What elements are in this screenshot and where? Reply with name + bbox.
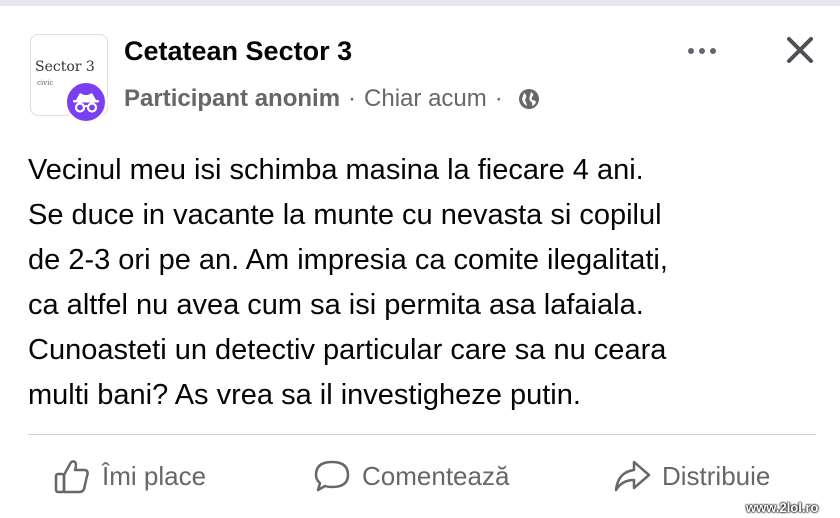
comment-icon (314, 460, 350, 492)
post-text-line: multi bani? As vrea sa il investigheze p… (28, 379, 581, 411)
group-logo-text: Sector 3 (35, 59, 95, 75)
incognito-icon (73, 93, 99, 113)
post-text-line: Se duce in vacante la munte cu nevasta s… (28, 199, 662, 231)
post-card: Sector 3 civic Cetatean Sector 3 Partici… (0, 6, 840, 518)
actions-divider (28, 434, 816, 435)
close-icon[interactable] (780, 30, 820, 70)
post-text: Vecinul meu isi schimba masina la fiecar… (28, 148, 828, 418)
post-actions-bar: Îmi place Comentează Distribuie (0, 450, 840, 502)
comment-button[interactable]: Comentează (312, 450, 509, 502)
post-timestamp[interactable]: Chiar acum (364, 85, 487, 113)
dot (699, 48, 705, 54)
share-button[interactable]: Distribuie (612, 450, 770, 502)
like-label: Îmi place (102, 460, 207, 491)
more-options-icon[interactable] (680, 36, 724, 66)
share-arrow-icon (614, 460, 651, 492)
globe-icon[interactable] (517, 87, 541, 111)
post-text-line: ca altfel nu avea cum sa isi permita asa… (28, 289, 644, 321)
dot (688, 48, 694, 54)
post-text-line: Cunoasteti un detectiv particular care s… (28, 334, 667, 366)
meta-separator: · (348, 85, 357, 112)
author-name[interactable]: Participant anonim (124, 85, 340, 113)
comment-label: Comentează (362, 460, 510, 491)
like-button[interactable]: Îmi place (52, 450, 206, 502)
group-name-link[interactable]: Cetatean Sector 3 (124, 36, 352, 67)
dot (710, 48, 716, 54)
site-watermark: www.2lol.ro (746, 500, 819, 515)
post-meta: Participant anonim · Chiar acum · (124, 84, 541, 114)
anonymous-participant-icon[interactable] (64, 80, 108, 124)
group-logo-subtext: civic (37, 79, 54, 87)
post-text-line: de 2-3 ori pe an. Am impresia ca comite … (28, 244, 668, 276)
meta-separator-2: · (494, 85, 503, 112)
post-text-line: Vecinul meu isi schimba masina la fiecar… (28, 154, 644, 186)
thumbs-up-icon (54, 460, 89, 494)
share-label: Distribuie (662, 460, 771, 491)
